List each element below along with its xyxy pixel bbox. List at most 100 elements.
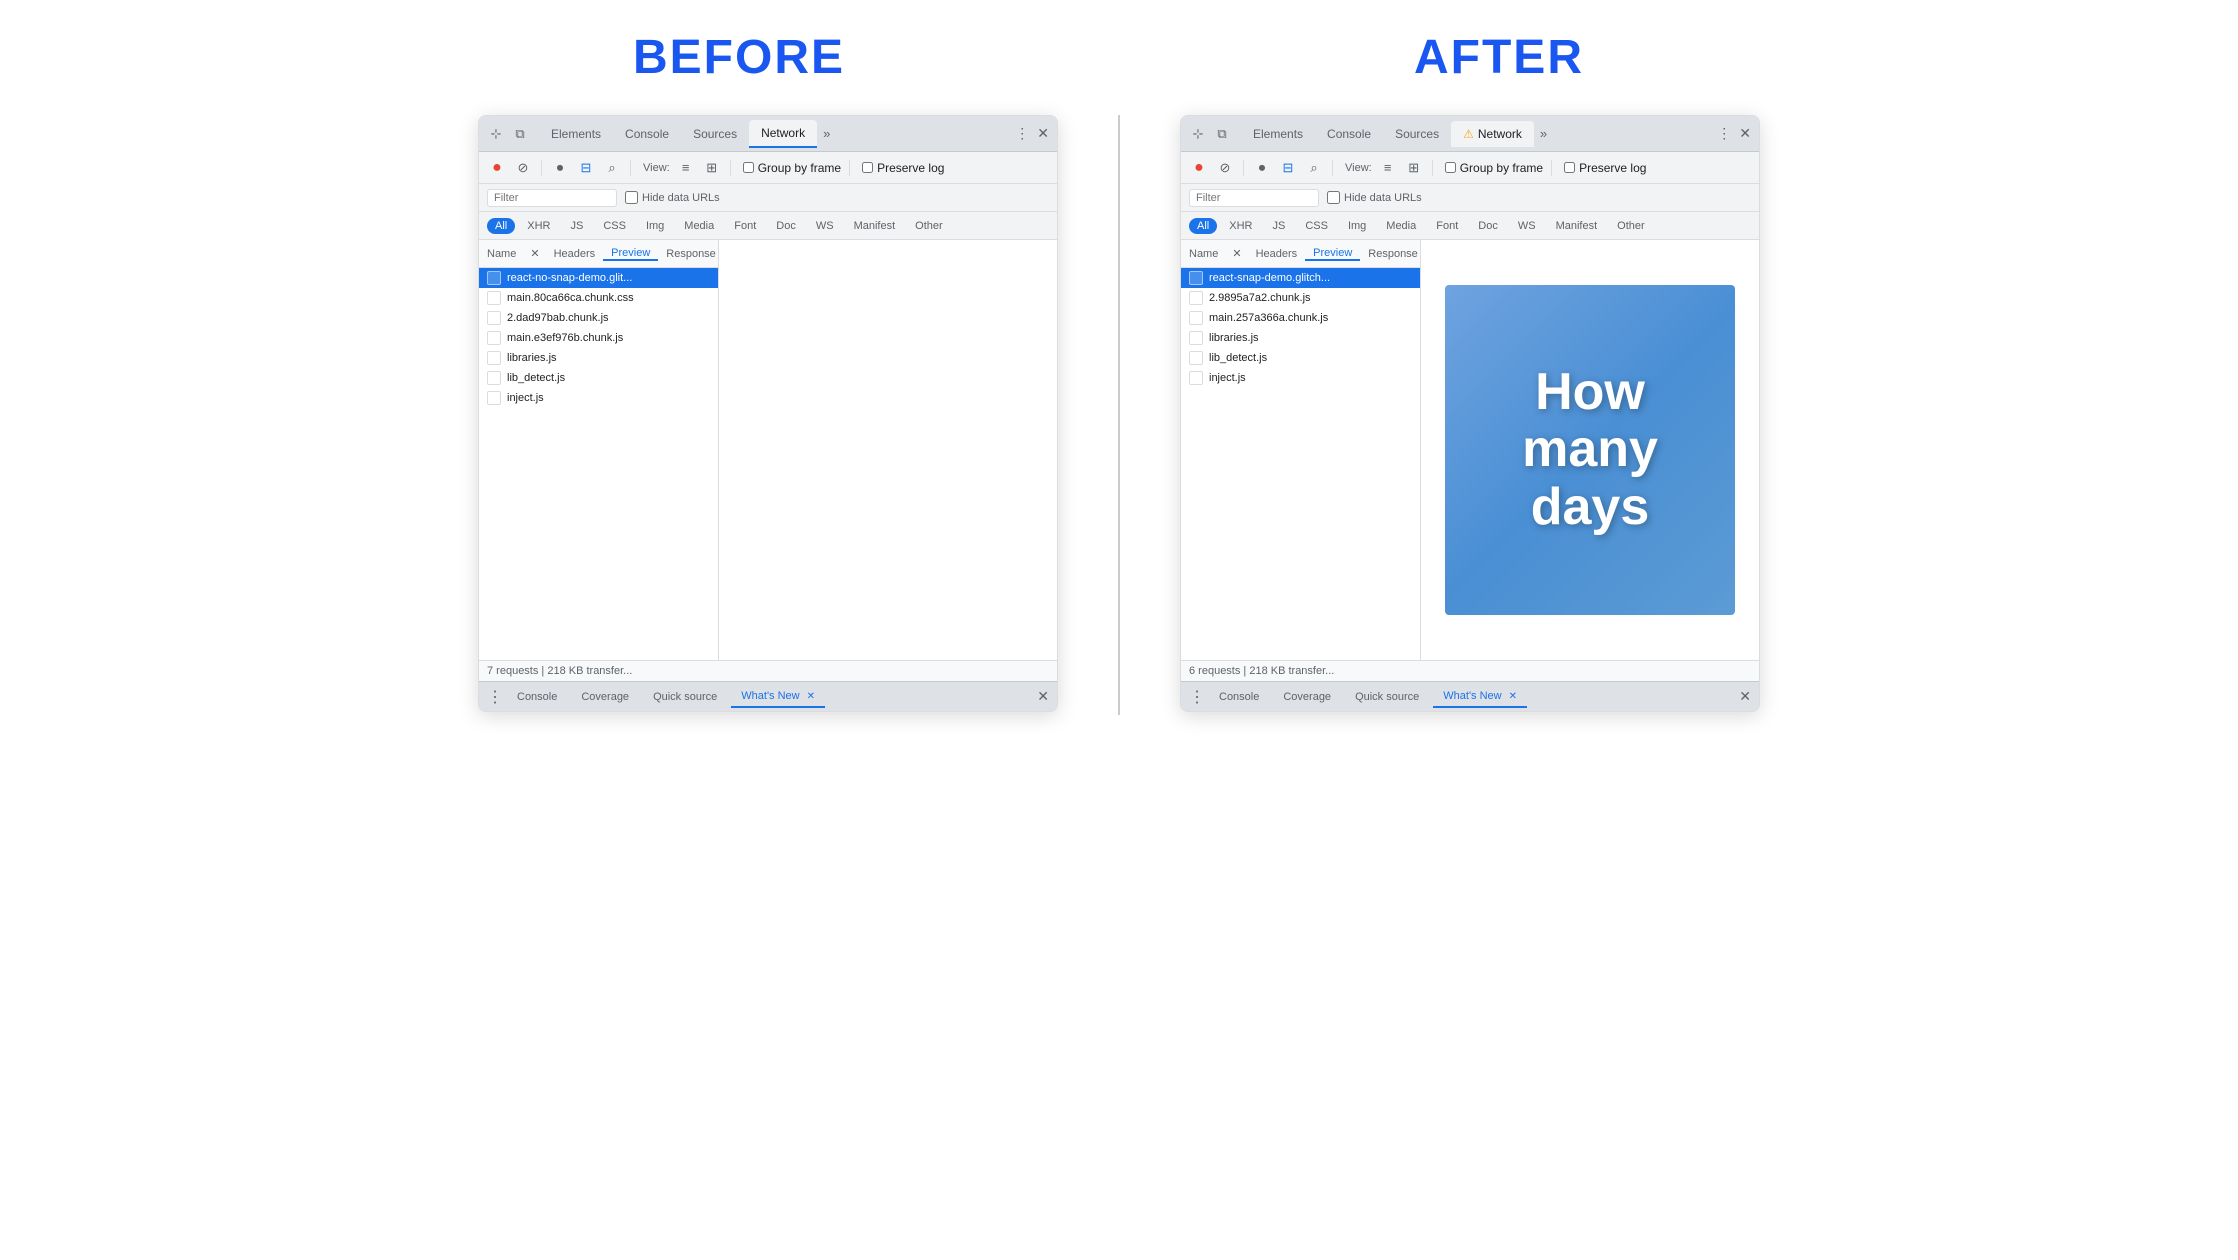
bottom-tab-console-before[interactable]: Console xyxy=(507,687,567,707)
stop-btn-before[interactable]: ⊘ xyxy=(513,158,533,178)
resource-ws-before[interactable]: WS xyxy=(808,218,842,234)
tab-preview-after[interactable]: Preview xyxy=(1305,247,1360,261)
resource-ws-after[interactable]: WS xyxy=(1510,218,1544,234)
bottom-bar-close-after[interactable]: ✕ xyxy=(1739,688,1751,705)
group-by-frame-checkbox-after[interactable] xyxy=(1445,162,1456,173)
tab-elements-after[interactable]: Elements xyxy=(1241,121,1315,147)
tab-preview-before[interactable]: Preview xyxy=(603,247,658,261)
tab-network-before[interactable]: Network xyxy=(749,120,817,148)
bottom-tab-coverage-after[interactable]: Coverage xyxy=(1273,687,1341,707)
tab-sources-after[interactable]: Sources xyxy=(1383,121,1451,147)
resource-other-before[interactable]: Other xyxy=(907,218,951,234)
view-list-btn2-after[interactable]: ⊞ xyxy=(1404,158,1424,178)
resource-font-after[interactable]: Font xyxy=(1428,218,1466,234)
bottom-bar-dots-before[interactable]: ⋮ xyxy=(487,687,503,707)
bottom-tab-whatsnew-after[interactable]: What's New ✕ xyxy=(1433,686,1527,708)
resource-doc-before[interactable]: Doc xyxy=(768,218,804,234)
file-item-0-before[interactable]: react-no-snap-demo.glit... xyxy=(479,268,718,288)
file-item-6-before[interactable]: inject.js xyxy=(479,388,718,408)
tab-headers-after[interactable]: Headers xyxy=(1248,248,1306,260)
resource-xhr-before[interactable]: XHR xyxy=(519,218,558,234)
resource-css-before[interactable]: CSS xyxy=(595,218,634,234)
hide-data-urls-checkbox-after[interactable] xyxy=(1327,191,1340,204)
camera-btn-before[interactable]: ⏺ xyxy=(550,158,570,178)
tab-response-before[interactable]: Response xyxy=(658,248,724,260)
bottom-tab-quicksource-before[interactable]: Quick source xyxy=(643,687,727,707)
view-list-btn1-after[interactable]: ≡ xyxy=(1378,158,1398,178)
file-list-close-before[interactable]: ✕ xyxy=(524,247,545,260)
bottom-tab-quicksource-after[interactable]: Quick source xyxy=(1345,687,1429,707)
tab-sources-before[interactable]: Sources xyxy=(681,121,749,147)
filter-input-after[interactable] xyxy=(1189,189,1319,207)
tab-elements-before[interactable]: Elements xyxy=(539,121,613,147)
record-btn-after[interactable]: ● xyxy=(1189,158,1209,178)
bottom-tab-whatsnew-before[interactable]: What's New ✕ xyxy=(731,686,825,708)
record-btn-before[interactable]: ● xyxy=(487,158,507,178)
resource-all-before[interactable]: All xyxy=(487,218,515,234)
file-item-5-after[interactable]: inject.js xyxy=(1181,368,1420,388)
resource-media-after[interactable]: Media xyxy=(1378,218,1424,234)
after-main-content: Name ✕ Headers Preview Response » react-… xyxy=(1181,240,1759,660)
file-item-3-after[interactable]: libraries.js xyxy=(1181,328,1420,348)
filter-btn-after[interactable]: ⊟ xyxy=(1278,158,1298,178)
view-list-btn1-before[interactable]: ≡ xyxy=(676,158,696,178)
group-by-frame-checkbox-before[interactable] xyxy=(743,162,754,173)
tab-headers-before[interactable]: Headers xyxy=(546,248,604,260)
file-item-5-before[interactable]: lib_detect.js xyxy=(479,368,718,388)
filter-input-before[interactable] xyxy=(487,189,617,207)
preserve-log-checkbox-before[interactable] xyxy=(862,162,873,173)
cursor-icon[interactable]: ⊹ xyxy=(487,125,505,143)
more-vert-icon-before[interactable]: ⋮ xyxy=(1015,125,1029,142)
bottom-bar-dots-after[interactable]: ⋮ xyxy=(1189,687,1205,707)
tab-console-after[interactable]: Console xyxy=(1315,121,1383,147)
resource-other-after[interactable]: Other xyxy=(1609,218,1653,234)
resource-js-after[interactable]: JS xyxy=(1264,218,1293,234)
tab-network-after[interactable]: ⚠ Network xyxy=(1451,121,1534,147)
more-vert-icon-after[interactable]: ⋮ xyxy=(1717,125,1731,142)
stop-btn-after[interactable]: ⊘ xyxy=(1215,158,1235,178)
toolbar-sep1-before xyxy=(541,160,542,176)
file-item-1-after[interactable]: 2.9895a7a2.chunk.js xyxy=(1181,288,1420,308)
resource-manifest-before[interactable]: Manifest xyxy=(846,218,904,234)
filter-btn-before[interactable]: ⊟ xyxy=(576,158,596,178)
tab-more-after[interactable]: » xyxy=(1534,122,1553,145)
resource-js-before[interactable]: JS xyxy=(562,218,591,234)
search-btn-after[interactable]: ⌕ xyxy=(1304,158,1324,178)
close-icon-after[interactable]: ✕ xyxy=(1739,125,1751,142)
bottom-tab-console-after[interactable]: Console xyxy=(1209,687,1269,707)
resource-doc-after[interactable]: Doc xyxy=(1470,218,1506,234)
device-icon-after[interactable]: ⧉ xyxy=(1213,125,1231,143)
bottom-tab-coverage-before[interactable]: Coverage xyxy=(571,687,639,707)
hide-data-urls-checkbox-before[interactable] xyxy=(625,191,638,204)
preserve-log-checkbox-after[interactable] xyxy=(1564,162,1575,173)
resource-xhr-after[interactable]: XHR xyxy=(1221,218,1260,234)
cursor-icon-after[interactable]: ⊹ xyxy=(1189,125,1207,143)
resource-font-before[interactable]: Font xyxy=(726,218,764,234)
resource-manifest-after[interactable]: Manifest xyxy=(1548,218,1606,234)
file-item-2-after[interactable]: main.257a366a.chunk.js xyxy=(1181,308,1420,328)
resource-media-before[interactable]: Media xyxy=(676,218,722,234)
tab-console-before[interactable]: Console xyxy=(613,121,681,147)
camera-btn-after[interactable]: ⏺ xyxy=(1252,158,1272,178)
search-btn-before[interactable]: ⌕ xyxy=(602,158,622,178)
view-list-btn2-before[interactable]: ⊞ xyxy=(702,158,722,178)
bottom-tab-whatsnew-close-after[interactable]: ✕ xyxy=(1509,691,1517,702)
device-icon[interactable]: ⧉ xyxy=(511,125,529,143)
before-file-list-panel: Name ✕ Headers Preview Response » react-… xyxy=(479,240,719,660)
tab-more-before[interactable]: » xyxy=(817,122,836,145)
file-item-1-before[interactable]: main.80ca66ca.chunk.css xyxy=(479,288,718,308)
file-item-0-after[interactable]: react-snap-demo.glitch... xyxy=(1181,268,1420,288)
bottom-bar-close-before[interactable]: ✕ xyxy=(1037,688,1049,705)
file-item-3-before[interactable]: main.e3ef976b.chunk.js xyxy=(479,328,718,348)
file-item-4-before[interactable]: libraries.js xyxy=(479,348,718,368)
file-item-2-before[interactable]: 2.dad97bab.chunk.js xyxy=(479,308,718,328)
resource-img-before[interactable]: Img xyxy=(638,218,672,234)
resource-img-after[interactable]: Img xyxy=(1340,218,1374,234)
resource-css-after[interactable]: CSS xyxy=(1297,218,1336,234)
file-item-4-after[interactable]: lib_detect.js xyxy=(1181,348,1420,368)
bottom-tab-whatsnew-close-before[interactable]: ✕ xyxy=(807,691,815,702)
tab-response-after[interactable]: Response xyxy=(1360,248,1426,260)
resource-all-after[interactable]: All xyxy=(1189,218,1217,234)
close-icon-before[interactable]: ✕ xyxy=(1037,125,1049,142)
file-list-close-after[interactable]: ✕ xyxy=(1226,247,1247,260)
